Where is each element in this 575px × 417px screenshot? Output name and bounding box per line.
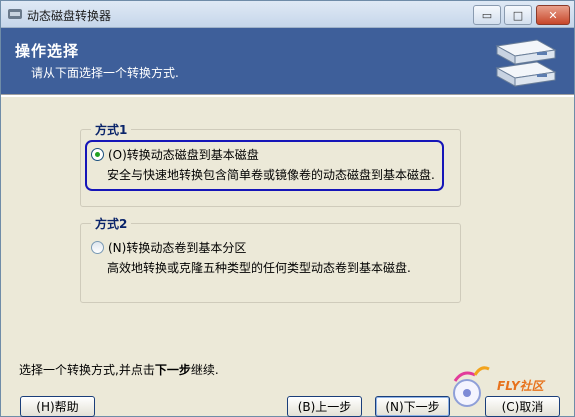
next-button[interactable]: (N)下一步 bbox=[375, 396, 450, 417]
maximize-icon: □ bbox=[512, 8, 524, 22]
wizard-window: 动态磁盘转换器 ▭ □ ✕ 操作选择 请从下面选择一个转换方式. 方式1 (O)… bbox=[0, 0, 575, 417]
close-button[interactable]: ✕ bbox=[536, 5, 570, 25]
wizard-header: 操作选择 请从下面选择一个转换方式. bbox=[1, 28, 574, 94]
back-button[interactable]: (B)上一步 bbox=[287, 396, 362, 417]
group-label-1: 方式1 bbox=[91, 121, 132, 138]
hint-bold: 下一步 bbox=[154, 363, 191, 377]
instruction-text: 选择一个转换方式,并点击下一步继续. bbox=[19, 361, 219, 378]
group-label-2: 方式2 bbox=[91, 215, 132, 232]
selection-focus-ring bbox=[85, 140, 444, 191]
disk-drives-icon bbox=[495, 39, 557, 87]
cancel-button[interactable]: (C)取消 bbox=[485, 396, 560, 417]
hint-prefix: 选择一个转换方式,并点击 bbox=[19, 363, 155, 377]
window-title: 动态磁盘转换器 bbox=[27, 9, 112, 23]
radio-option-2[interactable]: (N)转换动态卷到基本分区 bbox=[91, 239, 246, 256]
help-button[interactable]: (H)帮助 bbox=[20, 396, 95, 417]
option-2-description: 高效地转换或克隆五种类型的任何类型动态卷到基本磁盘. bbox=[107, 261, 411, 275]
minimize-button[interactable]: ▭ bbox=[473, 5, 501, 25]
watermark-text: FLY社区 bbox=[497, 379, 544, 393]
option-2-label[interactable]: (N)转换动态卷到基本分区 bbox=[108, 239, 246, 256]
page-subtitle: 请从下面选择一个转换方式. bbox=[31, 66, 179, 80]
app-icon bbox=[8, 9, 22, 19]
maximize-button[interactable]: □ bbox=[504, 5, 532, 25]
title-bar[interactable]: 动态磁盘转换器 ▭ □ ✕ bbox=[1, 1, 574, 28]
header-divider bbox=[1, 94, 574, 97]
page-title: 操作选择 bbox=[15, 42, 80, 60]
radio-unchecked-icon[interactable] bbox=[91, 241, 104, 254]
close-icon: ✕ bbox=[548, 8, 558, 22]
minimize-icon: ▭ bbox=[481, 8, 493, 22]
hint-suffix: 继续. bbox=[190, 363, 219, 377]
